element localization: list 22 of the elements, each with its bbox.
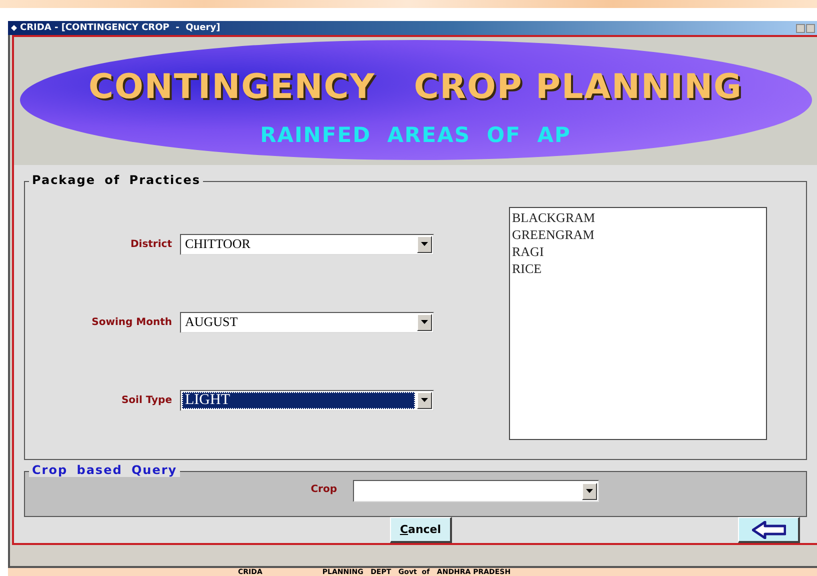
group-legend: Crop based Query: [29, 463, 180, 478]
app-icon: [11, 25, 17, 31]
field-label: Crop: [310, 484, 338, 496]
field-label: District: [129, 238, 173, 250]
group-legend: Package of Practices: [29, 173, 204, 187]
back-arrow-icon: [752, 520, 786, 538]
list-item[interactable]: RICE: [512, 260, 764, 277]
banner-title: CONTINGENCY CROP PLANNING: [88, 67, 744, 107]
cancel-button[interactable]: Cancel: [390, 517, 452, 543]
list-item[interactable]: GREENGRAM: [512, 226, 764, 243]
banner-subtitle: RAINFED AREAS OF AP: [259, 123, 572, 147]
list-item[interactable]: RAGI: [512, 243, 764, 260]
dropdown-field[interactable]: CHITTOOR: [180, 234, 434, 254]
dropdown-field[interactable]: AUGUST: [180, 312, 434, 332]
window-title: CRIDA - [CONTINGENCY CROP - Query]: [20, 23, 220, 33]
field-label: Soil Type: [120, 394, 173, 406]
crop-listbox[interactable]: BLACKGRAM GREENGRAM RAGI RICE: [509, 207, 767, 440]
field-label: Sowing Month: [90, 316, 173, 328]
dropdown-field[interactable]: [353, 480, 599, 502]
dropdown-field[interactable]: LIGHT: [180, 390, 434, 410]
back-button[interactable]: [738, 517, 800, 543]
list-item[interactable]: BLACKGRAM: [512, 209, 764, 226]
